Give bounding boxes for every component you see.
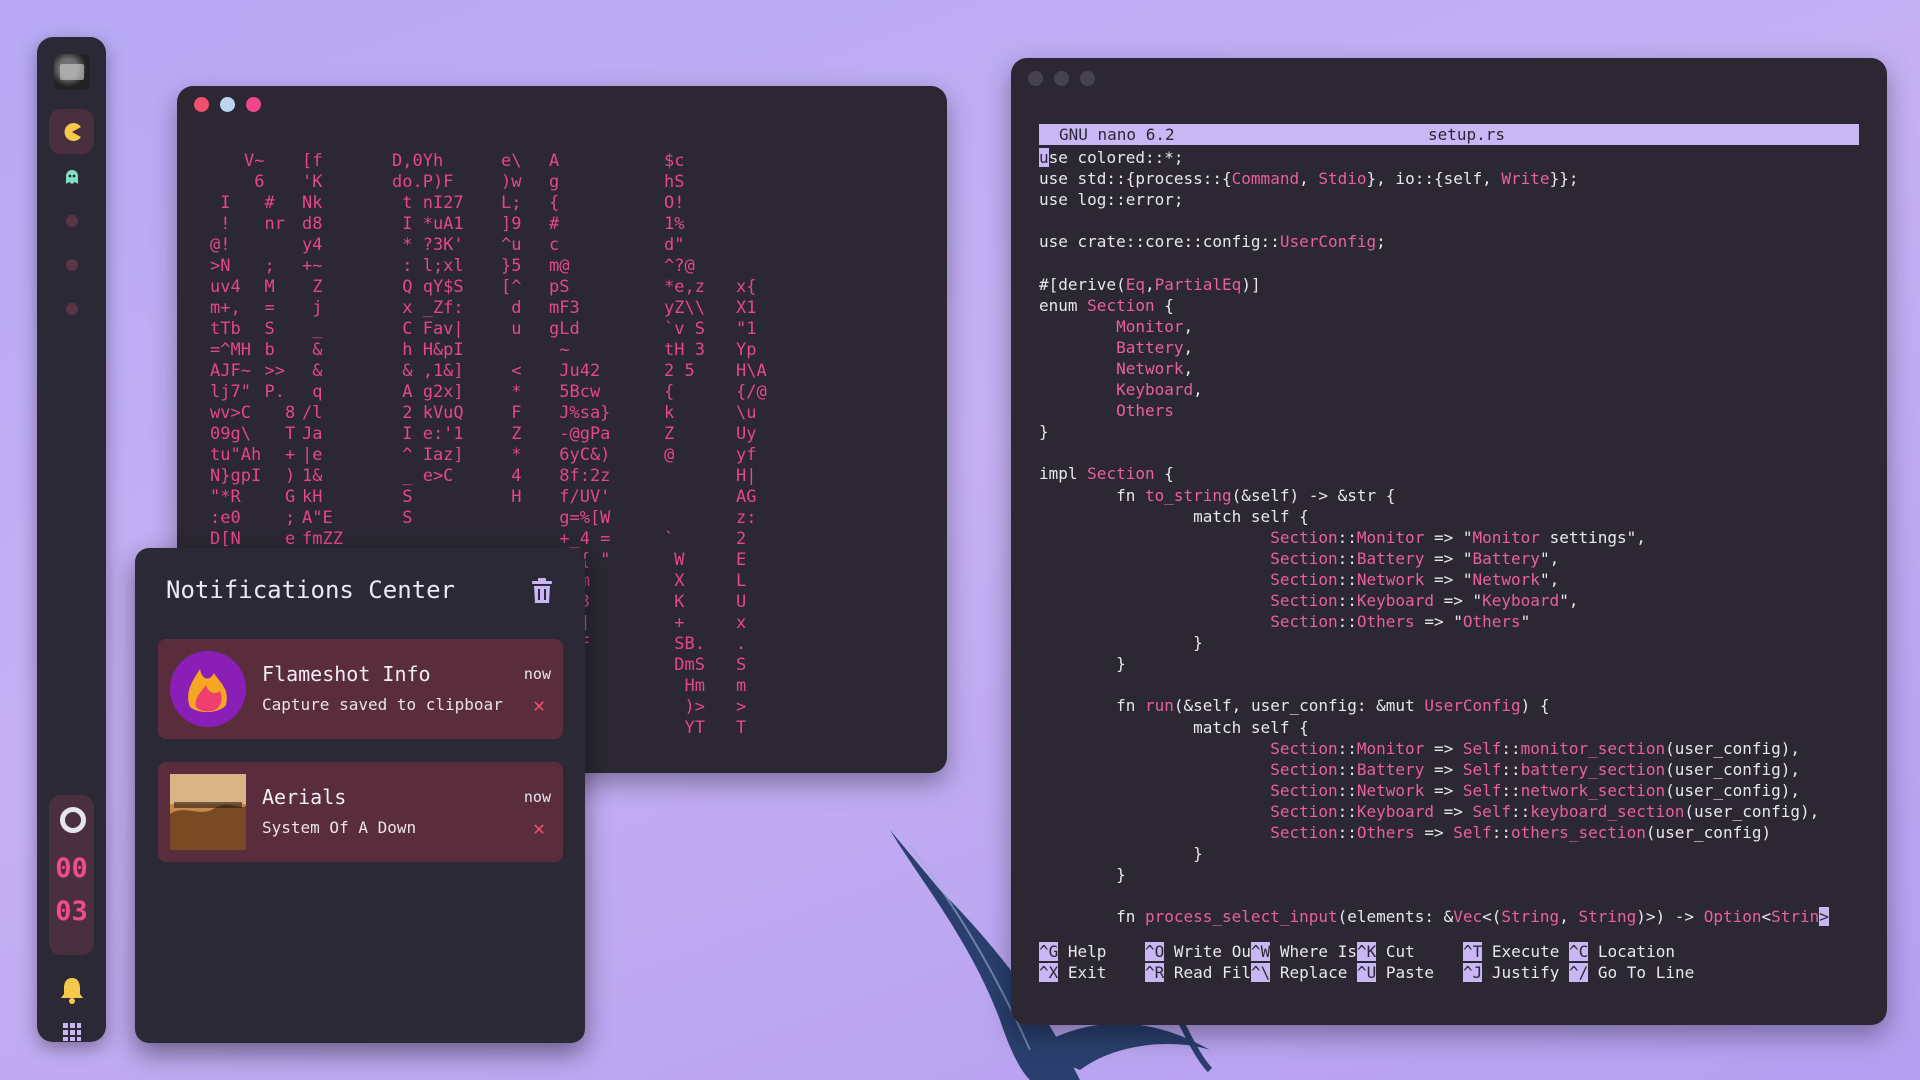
- code-line: Section::Network => "Network",: [1270, 569, 1560, 589]
- shortcut-read-file[interactable]: ^R Read File: [1145, 962, 1261, 983]
- nano-title-bar: GNU nano 6.2 setup.rs: [1039, 124, 1859, 145]
- code-line: Section::Battery => Self::battery_sectio…: [1270, 759, 1801, 779]
- code-line: Section::Network => Self::network_sectio…: [1270, 780, 1801, 800]
- code-line: use std::{process::{Command, Stdio}, io:…: [1039, 169, 1579, 189]
- code-buffer[interactable]: use colored::*;use std::{process::{Comma…: [1039, 147, 1829, 927]
- code-line: use crate::core::config::UserConfig;: [1039, 232, 1386, 252]
- notifications-center: Notifications Center Flameshot Info Capt…: [135, 548, 585, 1043]
- matrix-column: x{ X1 "1 Yp H\A {/@ \u Uy yf H| AG z: 2 …: [736, 277, 767, 738]
- matrix-column: [f 'K Nk d8 y4 +~ Z j _ & & q /l Ja |e 1…: [302, 151, 343, 570]
- notification-app: Aerials: [262, 785, 347, 809]
- workspace-3[interactable]: [49, 198, 94, 243]
- workspace-dot-icon: [65, 258, 78, 271]
- workspace-dot-icon: [65, 214, 78, 227]
- code-line: use colored::*;: [1039, 148, 1184, 167]
- matrix-column: $c hS O! 1% d" ^?@ *e,z yZ\\ `v S tH 3 2…: [664, 151, 705, 738]
- code-line: }: [1039, 422, 1049, 442]
- shortcut-help[interactable]: ^G Help: [1039, 941, 1106, 962]
- notifications-title: Notifications Center: [166, 576, 455, 604]
- code-line: Keyboard,: [1116, 380, 1203, 400]
- code-line: Section::Monitor => "Monitor settings",: [1270, 527, 1646, 547]
- maximize-window-button[interactable]: [1080, 71, 1095, 86]
- user-avatar[interactable]: [54, 54, 90, 90]
- workspace-5[interactable]: [49, 286, 94, 331]
- workspace-dot-icon: [65, 302, 78, 315]
- nano-editor-window[interactable]: GNU nano 6.2 setup.rs use colored::*; use…: [1011, 58, 1887, 1025]
- shortcut-location[interactable]: ^C Location: [1569, 941, 1675, 962]
- app-grid-button[interactable]: [54, 1014, 90, 1050]
- album-cover-icon: [170, 774, 246, 850]
- minimize-window-button[interactable]: [1054, 71, 1069, 86]
- sidebar: 00 03: [37, 37, 106, 1042]
- notification-time: now: [523, 788, 551, 806]
- workspace-2[interactable]: [49, 154, 94, 199]
- code-line: enum Section {: [1039, 295, 1174, 315]
- code-line: Section::Battery => "Battery",: [1270, 548, 1560, 568]
- code-line: fn run(&self, user_config: &mut UserConf…: [1039, 696, 1550, 716]
- code-line: Others: [1116, 401, 1174, 421]
- code-line: }: [1039, 865, 1126, 885]
- clock-hours: 00: [55, 853, 88, 884]
- code-line: Section::Others => "Others": [1270, 612, 1531, 632]
- code-line: Battery,: [1116, 337, 1194, 357]
- pacman-icon: [64, 122, 81, 141]
- code-line: Network,: [1116, 358, 1194, 378]
- grid-icon: [63, 1023, 81, 1041]
- shortcut-exit[interactable]: ^X Exit: [1039, 962, 1106, 983]
- notification-body: Capture saved to clipboar: [262, 695, 503, 714]
- code-line: match self {: [1039, 506, 1309, 526]
- notification-card[interactable]: Flameshot Info Capture saved to clipboar…: [158, 639, 563, 739]
- code-line: Section::Monitor => Self::monitor_sectio…: [1270, 738, 1801, 758]
- code-line: use log::error;: [1039, 190, 1184, 210]
- dismiss-notification-button[interactable]: ✕: [533, 693, 545, 717]
- shortcut-write-out[interactable]: ^O Write Out: [1145, 941, 1261, 962]
- workspace-4[interactable]: [49, 242, 94, 287]
- code-line: Section::Keyboard => Self::keyboard_sect…: [1270, 801, 1820, 821]
- flameshot-icon: [170, 651, 246, 727]
- code-line: }: [1039, 633, 1203, 653]
- shortcut-justify[interactable]: ^J Justify: [1463, 962, 1559, 983]
- code-line: Section::Others => Self::others_section(…: [1270, 823, 1772, 842]
- shortcut-execute[interactable]: ^T Execute: [1463, 941, 1559, 962]
- notification-app: Flameshot Info: [262, 662, 431, 686]
- power-ring-icon[interactable]: [60, 807, 86, 833]
- bell-icon: [61, 978, 83, 1004]
- ghost-icon: [65, 169, 78, 184]
- matrix-column: D,0Yh do.P)F t nI27 I *uA1 * ?3K' : l;xl…: [392, 151, 464, 528]
- code-line: Section::Keyboard => "Keyboard",: [1270, 590, 1579, 610]
- matrix-column: e\ )w L; ]9 ^u }5 [^ d u < * F Z * 4 H _…: [501, 151, 522, 612]
- code-line: fn to_string(&self) -> &str {: [1039, 485, 1396, 505]
- close-window-button[interactable]: [1028, 71, 1043, 86]
- trash-icon[interactable]: [530, 578, 554, 604]
- shortcut-cut[interactable]: ^K Cut: [1357, 941, 1415, 962]
- shortcut-where-is[interactable]: ^W Where Is: [1251, 941, 1357, 962]
- notification-body: System Of A Down: [262, 818, 417, 837]
- notifications-bell-button[interactable]: [54, 972, 90, 1008]
- code-line: impl Section {: [1039, 464, 1174, 484]
- clock-minutes: 03: [55, 896, 88, 927]
- code-line: }: [1039, 654, 1126, 674]
- shortcut-go-to-line[interactable]: ^/ Go To Line: [1569, 962, 1694, 983]
- shortcut-paste[interactable]: ^U Paste: [1357, 962, 1434, 983]
- nano-version: GNU nano 6.2: [1059, 125, 1175, 144]
- matrix-column: V~ 6 # nr ; M = S b >> P. 8 T + ) G ; e …: [244, 151, 296, 570]
- code-line: Monitor,: [1116, 316, 1194, 336]
- clock-widget: 00 03: [49, 795, 94, 955]
- dismiss-notification-button[interactable]: ✕: [533, 816, 545, 840]
- code-line: fn process_select_input(elements: &Vec<(…: [1039, 907, 1829, 927]
- notification-time: now: [523, 665, 551, 683]
- shortcut-replace[interactable]: ^\ Replace: [1251, 962, 1347, 983]
- code-line: #[derive(Eq,PartialEq)]: [1039, 274, 1261, 294]
- workspace-1[interactable]: [49, 109, 94, 154]
- code-line: }: [1039, 844, 1203, 864]
- nano-filename: setup.rs: [1428, 125, 1506, 144]
- notification-card[interactable]: Aerials System Of A Down now ✕: [158, 762, 563, 862]
- code-line: match self {: [1039, 717, 1309, 737]
